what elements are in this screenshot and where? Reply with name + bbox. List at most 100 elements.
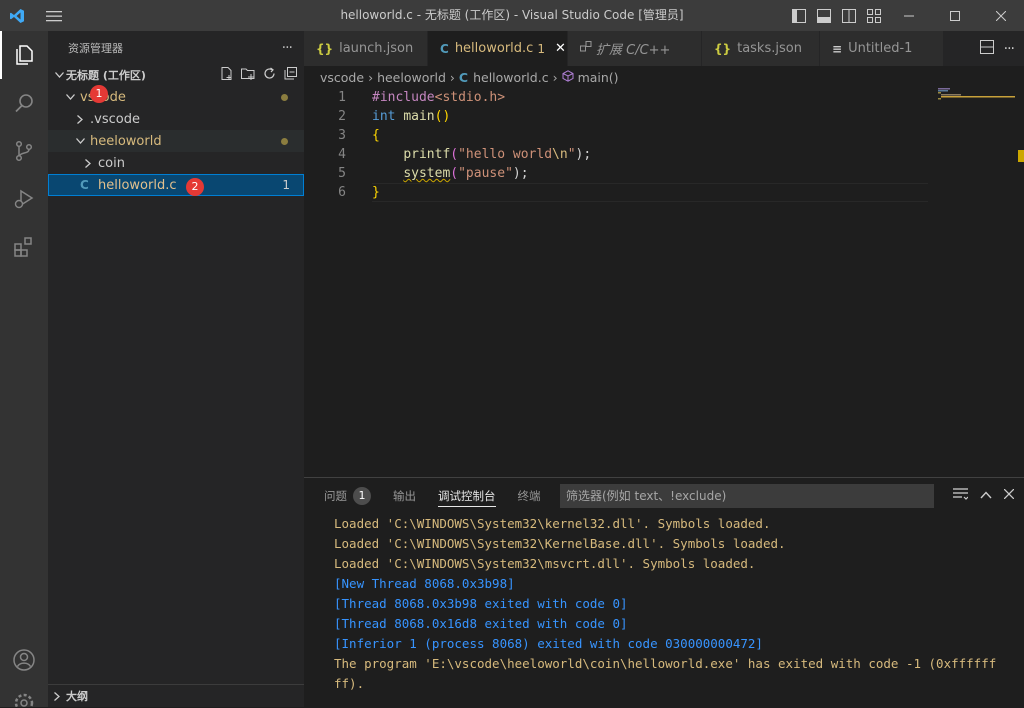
line-number: 5	[338, 166, 346, 181]
outline-section[interactable]: 大纲	[48, 684, 304, 707]
toggle-secondary-sidebar-icon[interactable]	[836, 0, 861, 31]
code-token: system	[403, 166, 451, 181]
tab-label: Untitled-1	[848, 41, 913, 56]
extensions-icon[interactable]	[0, 223, 48, 271]
tab-extension-cpp[interactable]: 扩展 C/C++	[568, 31, 702, 66]
error-count: 1	[282, 178, 290, 192]
console-line: [New Thread 8068.0x3b98]	[334, 576, 515, 591]
new-folder-icon[interactable]	[240, 66, 256, 84]
tab-label: 调试控制台	[438, 488, 496, 503]
code-line: printf("hello world\n");	[372, 145, 591, 164]
line-numbers: 1 2 3 4 5 6	[304, 88, 354, 202]
manage-gear-icon[interactable]	[0, 683, 48, 707]
tree-item-helloworld-c[interactable]: C helloworld.c 1	[48, 174, 304, 196]
close-window-button[interactable]	[978, 0, 1024, 31]
breadcrumb-item[interactable]: helloworld.c	[473, 70, 548, 85]
console-line: Loaded 'C:\WINDOWS\System32\KernelBase.d…	[334, 536, 786, 551]
tree-item-vscode[interactable]: vscode	[48, 86, 304, 108]
customize-layout-icon[interactable]	[861, 0, 886, 31]
code-editor[interactable]: 1 2 3 4 5 6 #include<stdio.h> int main()…	[304, 88, 1024, 476]
code-token: \n	[552, 147, 568, 162]
more-editor-actions-icon[interactable]: ···	[1004, 41, 1015, 57]
tab-label: launch.json	[339, 41, 414, 56]
explorer-title: 资源管理器	[68, 41, 123, 55]
tree-item-label: heeloworld	[90, 133, 162, 149]
minimize-button[interactable]	[886, 0, 932, 31]
chevron-up-icon[interactable]	[980, 488, 992, 503]
json-file-icon: {}	[714, 41, 732, 56]
chevron-down-icon	[62, 94, 78, 100]
search-icon[interactable]	[0, 79, 48, 127]
code-token: );	[575, 147, 592, 162]
code-token: "	[567, 147, 576, 162]
console-line: Loaded 'C:\WINDOWS\System32\msvcrt.dll'.…	[334, 556, 756, 571]
tab-output[interactable]: 输出	[393, 478, 416, 513]
tab-close-icon[interactable]: ✕	[555, 41, 566, 56]
source-control-icon[interactable]	[0, 127, 48, 175]
code-line: }	[372, 183, 591, 202]
outline-title: 大纲	[66, 690, 88, 703]
account-icon[interactable]	[0, 636, 48, 684]
code-token: ()	[434, 109, 451, 124]
more-actions-icon[interactable]: ···	[282, 40, 293, 56]
code-token: "pause"	[458, 166, 513, 181]
title-bar: helloworld.c - 无标题 (工作区) - Visual Studio…	[0, 0, 1024, 31]
breadcrumb-item[interactable]: main()	[578, 70, 619, 85]
c-file-icon: C	[458, 69, 469, 85]
c-file-icon: C	[440, 41, 449, 56]
line-number: 4	[338, 147, 346, 162]
breadcrumb-item[interactable]: vscode	[320, 70, 364, 85]
maximize-button[interactable]	[932, 0, 978, 31]
tab-label: tasks.json	[737, 41, 802, 56]
tab-launch-json[interactable]: {} launch.json	[304, 31, 428, 66]
vscode-logo-icon	[0, 0, 34, 31]
editor-tabs: {} launch.json C helloworld.c 1 ✕ 扩展 C/C…	[304, 31, 1024, 66]
code-line: #include<stdio.h>	[372, 88, 591, 107]
console-line: The program 'E:\vscode\heeloworld\coin\h…	[334, 656, 997, 671]
tab-debug-console[interactable]: 调试控制台	[438, 478, 496, 513]
tree-item-coin[interactable]: coin	[48, 152, 304, 174]
annotation-badge-2: 2	[186, 178, 204, 196]
tab-untitled-1[interactable]: ≡ Untitled-1	[820, 31, 944, 66]
toggle-sidebar-icon[interactable]	[786, 0, 811, 31]
menu-icon[interactable]	[34, 0, 74, 31]
line-number: 6	[338, 185, 346, 200]
tab-error-count: 1	[537, 41, 545, 56]
method-cube-icon	[562, 69, 574, 85]
tab-label: helloworld.c	[454, 41, 534, 56]
close-panel-icon[interactable]	[1003, 488, 1015, 503]
code-line: int main()	[372, 107, 591, 126]
code-content: #include<stdio.h> int main() { printf("h…	[372, 88, 591, 202]
workspace-section[interactable]: 无标题 (工作区)	[48, 64, 304, 86]
console-line: [Thread 8068.0x3b98 exited with code 0]	[334, 596, 628, 611]
tree-item-heeloworld[interactable]: heeloworld	[48, 130, 304, 152]
tab-label: 扩展 C/C++	[596, 43, 671, 58]
word-wrap-icon[interactable]	[953, 487, 969, 504]
new-file-icon[interactable]	[219, 66, 234, 84]
tree-item-label: helloworld.c	[98, 177, 177, 193]
minimap[interactable]	[936, 88, 1016, 476]
breadcrumb-item[interactable]: heeloworld	[377, 70, 446, 85]
editor-scrollbar[interactable]	[1010, 88, 1024, 476]
collapse-all-icon[interactable]	[283, 66, 298, 84]
annotation-badge-1: 1	[90, 85, 108, 103]
filter-input[interactable]: 筛选器(例如 text、!exclude)	[560, 484, 934, 508]
split-editor-icon[interactable]	[979, 39, 994, 58]
tab-tasks-json[interactable]: {} tasks.json	[702, 31, 820, 66]
run-debug-icon[interactable]	[0, 175, 48, 223]
tab-terminal[interactable]: 终端	[518, 478, 541, 513]
chevron-right-icon	[72, 114, 88, 124]
tree-item-dot-vscode[interactable]: .vscode	[48, 108, 304, 130]
code-token: printf	[403, 147, 451, 162]
tab-problems[interactable]: 问题 1	[324, 478, 371, 513]
debug-console-output: Loaded 'C:\WINDOWS\System32\kernel32.dll…	[334, 514, 996, 694]
explorer-sidebar: 资源管理器 ··· 无标题 (工作区) vscode .vscode heelo…	[48, 31, 304, 707]
toggle-panel-icon[interactable]	[811, 0, 836, 31]
refresh-icon[interactable]	[262, 66, 277, 84]
console-line: Loaded 'C:\WINDOWS\System32\kernel32.dll…	[334, 516, 771, 531]
tree-item-label: .vscode	[90, 111, 140, 127]
explorer-icon[interactable]	[0, 31, 48, 79]
tab-helloworld-c[interactable]: C helloworld.c 1 ✕	[428, 31, 568, 66]
code-token: "hello world	[458, 147, 553, 162]
code-line: system("pause");	[372, 164, 591, 183]
